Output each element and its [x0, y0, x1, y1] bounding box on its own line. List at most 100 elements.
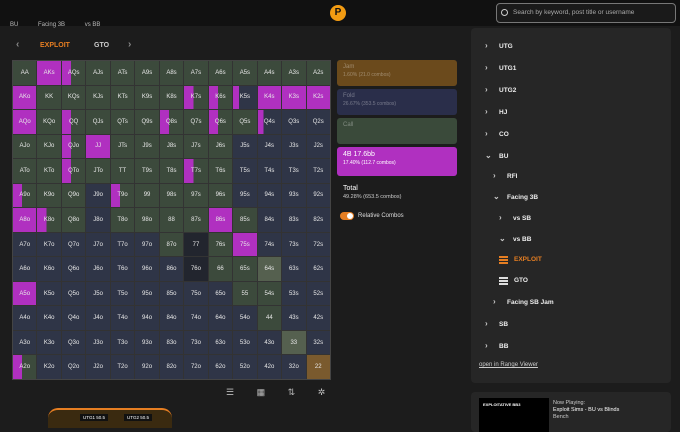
hand-cell[interactable]: 86o: [159, 257, 184, 281]
hand-cell[interactable]: Q4s: [257, 110, 282, 134]
hand-cell[interactable]: Q5s: [233, 110, 257, 134]
hand-cell[interactable]: 94s: [257, 183, 282, 208]
hand-cell[interactable]: J3o: [86, 330, 110, 355]
hand-cell[interactable]: K4o: [37, 306, 61, 330]
hand-cell[interactable]: Q5o: [61, 281, 86, 306]
breadcrumb-item[interactable]: vs BB: [85, 22, 101, 28]
hand-cell[interactable]: 86s: [208, 208, 233, 232]
hand-cell[interactable]: T2o: [110, 355, 135, 379]
hand-cell[interactable]: 95s: [233, 183, 257, 208]
hand-cell[interactable]: T6o: [110, 257, 135, 281]
hand-cell[interactable]: J5s: [233, 134, 257, 159]
hand-cell[interactable]: 22: [306, 355, 330, 379]
hand-cell[interactable]: TT: [110, 159, 135, 183]
hand-cell[interactable]: JTs: [110, 134, 135, 159]
hand-cell[interactable]: 97o: [135, 232, 159, 257]
hand-cell[interactable]: K3o: [37, 330, 61, 355]
hand-cell[interactable]: K5o: [37, 281, 61, 306]
hand-cell[interactable]: K7o: [37, 232, 61, 257]
hand-cell[interactable]: K5s: [233, 85, 257, 110]
hand-cell[interactable]: ATo: [13, 159, 37, 183]
hand-cell[interactable]: K8o: [37, 208, 61, 232]
hand-cell[interactable]: 54s: [257, 281, 282, 306]
hand-cell[interactable]: AQs: [61, 61, 86, 85]
hand-cell[interactable]: 98s: [159, 183, 184, 208]
sidebar-item-co[interactable]: › CO: [485, 129, 509, 138]
hand-cell[interactable]: K2o: [37, 355, 61, 379]
hand-cell[interactable]: T9s: [135, 159, 159, 183]
hand-cell[interactable]: K6o: [37, 257, 61, 281]
hand-cell[interactable]: J6s: [208, 134, 233, 159]
hand-cell[interactable]: 53o: [233, 330, 257, 355]
video-thumbnail[interactable]: EXPLOITATIVE BB3: [479, 398, 549, 432]
hand-cell[interactable]: T5s: [233, 159, 257, 183]
hand-cell[interactable]: 43o: [257, 330, 282, 355]
hand-cell[interactable]: 74s: [257, 232, 282, 257]
hand-cell[interactable]: A3s: [282, 61, 306, 85]
hand-cell[interactable]: A7s: [184, 61, 208, 85]
now-playing-card[interactable]: EXPLOITATIVE BB3 Now Playing: Exploit Si…: [471, 392, 671, 432]
toggle-icon[interactable]: [340, 212, 354, 220]
action-call[interactable]: Call: [337, 118, 457, 144]
hand-cell[interactable]: 54o: [233, 306, 257, 330]
hand-cell[interactable]: 97s: [184, 183, 208, 208]
hand-cell[interactable]: 98o: [135, 208, 159, 232]
hand-cell[interactable]: J7s: [184, 134, 208, 159]
sidebar-item-vs-sb[interactable]: › vs SB: [499, 213, 531, 222]
hand-cell[interactable]: 76o: [184, 257, 208, 281]
logo-icon[interactable]: P: [330, 5, 346, 21]
hand-cell[interactable]: KTs: [110, 85, 135, 110]
hand-cell[interactable]: Q3o: [61, 330, 86, 355]
hand-cell[interactable]: T3o: [110, 330, 135, 355]
hand-cell[interactable]: KJo: [37, 134, 61, 159]
hand-cell[interactable]: 82s: [306, 208, 330, 232]
sidebar-item-utg[interactable]: › UTG: [485, 41, 513, 50]
hand-cell[interactable]: KK: [37, 85, 61, 110]
hand-cell[interactable]: 83s: [282, 208, 306, 232]
hand-cell[interactable]: 77: [184, 232, 208, 257]
hand-cell[interactable]: T8s: [159, 159, 184, 183]
hand-cell[interactable]: T2s: [306, 159, 330, 183]
hand-cell[interactable]: QJs: [86, 110, 110, 134]
hand-cell[interactable]: 73s: [282, 232, 306, 257]
hand-cell[interactable]: J3s: [282, 134, 306, 159]
hand-cell[interactable]: 75s: [233, 232, 257, 257]
hand-cell[interactable]: 99: [135, 183, 159, 208]
hand-cell[interactable]: 42o: [257, 355, 282, 379]
hand-cell[interactable]: AQo: [13, 110, 37, 134]
hand-cell[interactable]: T3s: [282, 159, 306, 183]
hand-cell[interactable]: 63s: [282, 257, 306, 281]
hand-cell[interactable]: Q9s: [135, 110, 159, 134]
hand-cell[interactable]: ATs: [110, 61, 135, 85]
hand-cell[interactable]: 53s: [282, 281, 306, 306]
hand-cell[interactable]: T6s: [208, 159, 233, 183]
hand-cell[interactable]: QTo: [61, 159, 86, 183]
hand-cell[interactable]: 92s: [306, 183, 330, 208]
hand-cell[interactable]: 72s: [306, 232, 330, 257]
hand-cell[interactable]: 93s: [282, 183, 306, 208]
hand-cell[interactable]: Q9o: [61, 183, 86, 208]
sidebar-item-vs-bb[interactable]: ⌄ vs BB: [499, 234, 531, 243]
hand-cell[interactable]: J7o: [86, 232, 110, 257]
hand-cell[interactable]: 82o: [159, 355, 184, 379]
list-icon[interactable]: ☰: [226, 387, 234, 397]
hand-cell[interactable]: JTo: [86, 159, 110, 183]
hand-cell[interactable]: Q2s: [306, 110, 330, 134]
sidebar-item-utg2[interactable]: › UTG2: [485, 85, 516, 94]
hand-cell[interactable]: Q6s: [208, 110, 233, 134]
hand-cell[interactable]: 55: [233, 281, 257, 306]
hand-cell[interactable]: J8o: [86, 208, 110, 232]
range-viewer-link[interactable]: open in Range Viewer: [479, 362, 538, 368]
hand-cell[interactable]: JJ: [86, 134, 110, 159]
hand-cell[interactable]: T5o: [110, 281, 135, 306]
hand-cell[interactable]: 65o: [208, 281, 233, 306]
hand-cell[interactable]: Q4o: [61, 306, 86, 330]
chevron-left-icon[interactable]: ‹: [16, 39, 19, 50]
hand-cell[interactable]: T7s: [184, 159, 208, 183]
hand-cell[interactable]: T8o: [110, 208, 135, 232]
sidebar-item-exploit[interactable]: EXPLOIT: [499, 255, 542, 264]
hand-cell[interactable]: Q8o: [61, 208, 86, 232]
hand-cell[interactable]: Q6o: [61, 257, 86, 281]
hand-cell[interactable]: AJs: [86, 61, 110, 85]
hand-cell[interactable]: 75o: [184, 281, 208, 306]
